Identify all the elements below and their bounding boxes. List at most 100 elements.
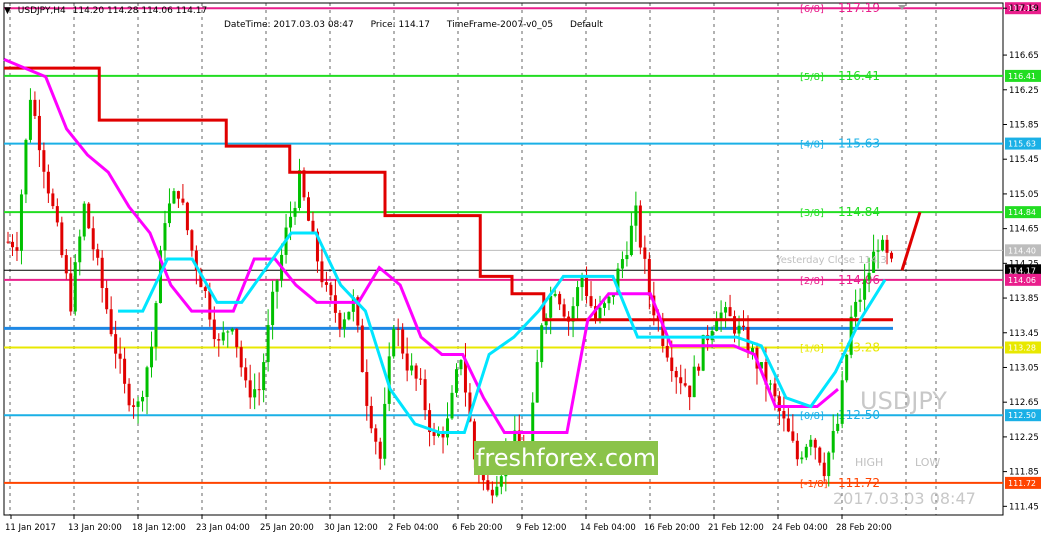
- candle-body: [154, 303, 158, 347]
- candle-body: [827, 452, 831, 477]
- candle-body: [405, 353, 409, 371]
- candle-body: [306, 197, 310, 221]
- candle-body: [540, 325, 544, 363]
- y-tick-label: 115.45: [1009, 155, 1039, 165]
- candle-body: [262, 362, 266, 391]
- candle-body: [266, 325, 270, 363]
- murrey-level-label: [1/8]: [800, 344, 824, 355]
- candle-body: [836, 423, 840, 431]
- forecast-line: [900, 211, 922, 271]
- candle-body: [683, 383, 687, 386]
- red-step-line: [4, 66, 893, 322]
- candle-body: [490, 489, 494, 496]
- candle-body: [620, 259, 624, 269]
- y-tick-label: 111.45: [1009, 502, 1039, 512]
- candle-body: [715, 319, 719, 331]
- candle-body: [795, 440, 799, 460]
- candle-body: [396, 328, 400, 330]
- symbol-watermark: USDJPY: [860, 387, 947, 415]
- y-tick-label: 117.19: [1009, 4, 1039, 14]
- x-tick-label: 23 Jan 04:00: [196, 523, 250, 533]
- candle-body: [320, 261, 324, 283]
- candle-body: [804, 446, 808, 458]
- candle-body: [230, 328, 234, 332]
- info-datetime: DateTime: 2017.03.03 08:47: [224, 20, 354, 30]
- candle-body: [150, 346, 154, 368]
- candle-body: [105, 288, 109, 310]
- candle-body: [580, 277, 584, 288]
- candle-body: [742, 325, 746, 327]
- candle-body: [858, 299, 862, 302]
- candle-body: [643, 247, 647, 259]
- candle-body: [446, 418, 450, 438]
- candle-body: [298, 170, 302, 208]
- candle-body: [311, 220, 315, 232]
- candle-body: [24, 139, 28, 195]
- candle-body: [51, 193, 55, 207]
- candle-body: [208, 291, 212, 320]
- candle-body: [141, 396, 145, 402]
- candle-body: [423, 379, 427, 411]
- candle-body: [248, 380, 252, 398]
- dropdown-arrow-icon[interactable]: ▼: [4, 6, 11, 16]
- x-tick-label: 2 Feb 04:00: [388, 523, 438, 533]
- candle-body: [369, 405, 373, 429]
- murrey-level-value: 117.19: [838, 1, 880, 15]
- candle-body: [647, 258, 651, 296]
- candle-body: [419, 378, 423, 380]
- candle-body: [558, 293, 562, 305]
- candle-body: [553, 293, 557, 296]
- candle-body: [289, 216, 293, 228]
- candle-body: [724, 307, 728, 313]
- candle-body: [665, 345, 669, 358]
- candle-body: [459, 360, 463, 370]
- candle-body: [701, 334, 705, 371]
- candle-body: [100, 257, 104, 289]
- candle-body: [257, 389, 261, 391]
- candle-body: [360, 325, 364, 373]
- candle-body: [863, 279, 867, 300]
- x-tick-label: 16 Feb 20:00: [644, 523, 700, 533]
- candle-body: [10, 241, 14, 248]
- candle-body: [768, 383, 772, 385]
- candle-body: [19, 194, 23, 251]
- price-tag-label: 112.50: [1008, 411, 1036, 420]
- candle-body: [728, 307, 732, 317]
- candle-body: [791, 431, 795, 441]
- candle-body: [688, 385, 692, 398]
- candle-body: [163, 223, 167, 251]
- candle-body: [329, 284, 333, 296]
- candle-body: [625, 255, 629, 260]
- info-price: Price: 114.17: [370, 20, 430, 30]
- candle-body: [217, 339, 221, 341]
- brand-logo: freshforex.com: [474, 441, 658, 475]
- candle-body: [867, 272, 871, 280]
- candle-body: [845, 354, 849, 381]
- murrey-level-label: [4/8]: [800, 140, 824, 151]
- y-tick-label: 114.25: [1009, 259, 1039, 269]
- candle-body: [114, 334, 118, 354]
- candle-body: [324, 282, 328, 285]
- y-tick-label: 112.65: [1009, 398, 1039, 408]
- y-tick-label: 111.85: [1009, 468, 1039, 478]
- candle-body: [414, 365, 418, 379]
- candle-body: [876, 250, 880, 252]
- candle-body: [293, 207, 297, 217]
- candle-body: [239, 347, 243, 368]
- x-tick-label: 18 Jan 12:00: [132, 523, 186, 533]
- candle-body: [212, 319, 216, 340]
- candle-body: [60, 222, 64, 256]
- datetime-watermark: 2017.03.03 08:47: [833, 489, 976, 508]
- murrey-level-label: [5/8]: [800, 72, 824, 83]
- candle-body: [638, 205, 642, 248]
- yesterday-close-label: Yesterday Close 114.3: [775, 255, 887, 266]
- price-tag-label: 116.41: [1008, 72, 1036, 81]
- candle-body: [28, 99, 32, 140]
- candle-body: [481, 474, 485, 481]
- candle-body: [773, 383, 777, 397]
- candle-body: [96, 249, 100, 258]
- candle-body: [602, 303, 606, 308]
- murrey-level-value: 114.84: [838, 205, 880, 219]
- candle-body: [607, 296, 611, 304]
- price-tag-label: 113.28: [1008, 344, 1036, 353]
